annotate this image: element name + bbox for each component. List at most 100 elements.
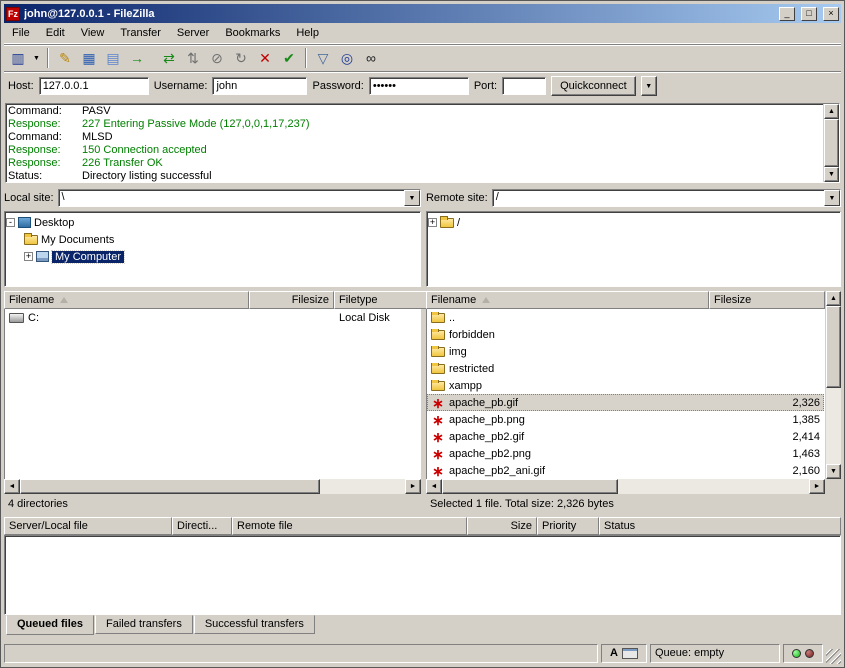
chevron-down-icon[interactable]: ▼ — [404, 190, 420, 206]
menu-item-help[interactable]: Help — [288, 24, 327, 42]
local-site-value[interactable]: \ — [59, 190, 404, 206]
tree-item-desktop[interactable]: - Desktop — [6, 214, 419, 231]
column-header-server-local-file[interactable]: Server/Local file — [4, 517, 172, 535]
toggle-remote-tree-icon[interactable]: ▤ — [101, 47, 125, 69]
column-header-size[interactable]: Size — [467, 517, 537, 535]
menu-item-file[interactable]: File — [4, 24, 38, 42]
scrollbar-track[interactable] — [442, 479, 809, 494]
scrollbar-track[interactable] — [20, 479, 405, 494]
column-header-direction[interactable]: Directi... — [172, 517, 232, 535]
search-icon[interactable]: ◎ — [335, 47, 359, 69]
remote-vertical-scrollbar[interactable]: ▲ ▼ — [825, 291, 841, 479]
file-row[interactable]: img — [427, 343, 824, 360]
file-row[interactable]: xampp — [427, 377, 824, 394]
tab-queued-files[interactable]: Queued files — [6, 615, 94, 635]
scrollbar-track[interactable] — [824, 119, 839, 167]
file-row[interactable]: .. — [427, 309, 824, 326]
tree-expander-icon[interactable]: + — [428, 218, 437, 227]
toggle-log-icon[interactable]: ✎ — [53, 47, 77, 69]
scroll-right-icon[interactable]: ► — [405, 479, 421, 494]
scroll-down-icon[interactable]: ▼ — [824, 167, 839, 182]
port-input[interactable] — [502, 77, 546, 95]
file-row[interactable]: ∗apache_pb2.gif 2,414 — [427, 428, 824, 445]
remote-horizontal-scrollbar[interactable]: ◄ ► — [426, 479, 825, 494]
column-header-priority[interactable]: Priority — [537, 517, 599, 535]
file-row-c-drive[interactable]: C: Local Disk — [5, 309, 420, 326]
file-row[interactable]: ∗apache_pb.png 1,385 — [427, 411, 824, 428]
scroll-left-icon[interactable]: ◄ — [4, 479, 20, 494]
site-manager-dropdown-icon[interactable]: ▼ — [30, 47, 43, 69]
file-size: 2,326 — [710, 397, 824, 409]
file-row[interactable]: ∗apache_pb2.png 1,463 — [427, 445, 824, 462]
verify-icon[interactable]: ✔ — [277, 47, 301, 69]
file-row[interactable]: restricted — [427, 360, 824, 377]
toggle-local-tree-icon[interactable]: ▦ — [77, 47, 101, 69]
scroll-up-icon[interactable]: ▲ — [826, 291, 841, 306]
tree-expander-icon[interactable]: + — [24, 252, 33, 261]
tree-item-root[interactable]: + / — [428, 214, 839, 231]
username-input[interactable] — [212, 77, 307, 95]
sort-ascending-icon — [482, 297, 490, 303]
column-header-status[interactable]: Status — [599, 517, 841, 535]
quickconnect-button[interactable]: Quickconnect — [551, 76, 636, 96]
log-vertical-scrollbar[interactable]: ▲ ▼ — [823, 104, 839, 182]
menu-item-transfer[interactable]: Transfer — [112, 24, 169, 42]
file-name: apache_pb.png — [449, 414, 525, 426]
menu-item-bookmarks[interactable]: Bookmarks — [217, 24, 288, 42]
queue-tabs: Queued files Failed transfers Successful… — [4, 615, 841, 636]
password-input[interactable] — [369, 77, 469, 95]
refresh-icon[interactable]: ⇄ — [157, 47, 181, 69]
filter-icon[interactable]: ▽ — [311, 47, 335, 69]
file-row-selected[interactable]: ∗apache_pb.gif 2,326 — [427, 394, 824, 411]
scrollbar-track[interactable] — [826, 306, 841, 464]
scrollbar-thumb[interactable] — [20, 479, 320, 494]
process-queue-icon[interactable]: ⇅ — [181, 47, 205, 69]
scrollbar-thumb[interactable] — [824, 119, 839, 167]
maximize-button[interactable]: □ — [801, 7, 817, 21]
scrollbar-thumb[interactable] — [826, 306, 841, 388]
chevron-down-icon[interactable]: ▼ — [824, 190, 840, 206]
tree-item-my-computer[interactable]: + My Computer — [6, 248, 419, 265]
host-input[interactable] — [39, 77, 149, 95]
scroll-down-icon[interactable]: ▼ — [826, 464, 841, 479]
local-horizontal-scrollbar[interactable]: ◄ ► — [4, 479, 421, 494]
scrollbar-thumb[interactable] — [442, 479, 618, 494]
file-row[interactable]: forbidden — [427, 326, 824, 343]
local-site-combo[interactable]: \ ▼ — [58, 189, 421, 207]
column-header-filesize[interactable]: Filesize — [709, 291, 825, 309]
reconnect-icon[interactable]: ↻ — [229, 47, 253, 69]
find-files-icon[interactable]: ∞ — [359, 47, 383, 69]
column-header-filename[interactable]: Filename — [4, 291, 249, 309]
scroll-right-icon[interactable]: ► — [809, 479, 825, 494]
quickconnect-dropdown-icon[interactable]: ▼ — [641, 76, 657, 96]
close-button[interactable]: × — [823, 7, 839, 21]
tab-failed-transfers[interactable]: Failed transfers — [95, 615, 193, 634]
column-header-filesize[interactable]: Filesize — [249, 291, 334, 309]
remote-site-combo[interactable]: / ▼ — [492, 189, 841, 207]
tab-successful-transfers[interactable]: Successful transfers — [194, 615, 315, 634]
remote-site-value[interactable]: / — [493, 190, 824, 206]
folder-icon — [431, 347, 445, 357]
menu-item-server[interactable]: Server — [169, 24, 217, 42]
scroll-up-icon[interactable]: ▲ — [824, 104, 839, 119]
menu-item-edit[interactable]: Edit — [38, 24, 73, 42]
local-list-header: Filename Filesize Filetype L — [4, 291, 421, 309]
file-row[interactable]: ∗apache_pb2_ani.gif 2,160 — [427, 462, 824, 479]
file-size: 2,160 — [710, 465, 824, 477]
tree-item-my-documents[interactable]: My Documents — [6, 231, 419, 248]
minimize-button[interactable]: _ — [779, 7, 795, 21]
scroll-left-icon[interactable]: ◄ — [426, 479, 442, 494]
disconnect-icon[interactable]: ⊘ — [205, 47, 229, 69]
tree-expander-icon[interactable]: - — [6, 218, 15, 227]
queue-list-body[interactable] — [4, 535, 841, 615]
toggle-queue-icon[interactable]: → — [125, 47, 149, 69]
cancel-icon[interactable]: ✕ — [253, 47, 277, 69]
column-header-filetype[interactable]: Filetype — [334, 291, 434, 309]
menu-item-view[interactable]: View — [73, 24, 113, 42]
tree-item-label: Desktop — [34, 217, 74, 229]
column-header-filename[interactable]: Filename — [426, 291, 709, 309]
resize-grip[interactable] — [826, 649, 841, 664]
site-manager-icon[interactable]: ▥ — [6, 47, 30, 69]
column-header-remote-file[interactable]: Remote file — [232, 517, 467, 535]
remote-list-main: Filename Filesize .. forbidden — [426, 291, 825, 494]
